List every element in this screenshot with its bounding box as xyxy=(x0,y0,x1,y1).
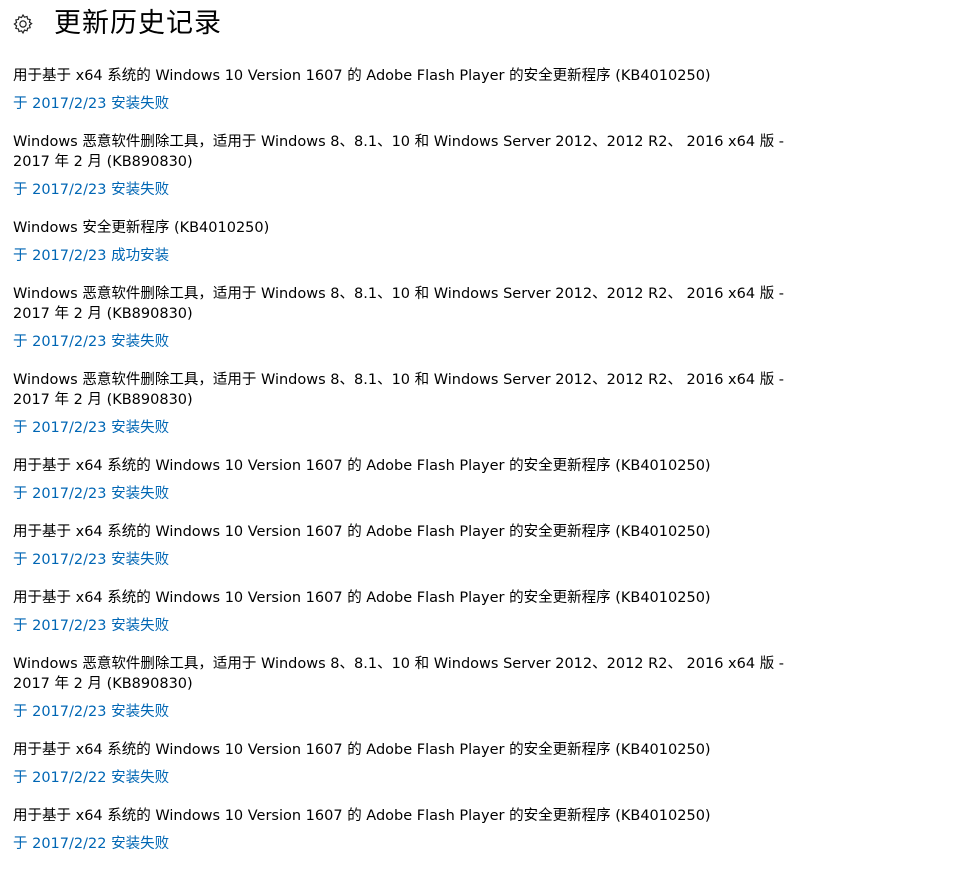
update-entry: Windows 安全更新程序 (KB4010250) 于 2017/2/23 成… xyxy=(13,218,813,266)
update-status-link[interactable]: 于 2017/2/22 安装失败 xyxy=(13,834,169,854)
update-status-link[interactable]: 于 2017/2/23 成功安装 xyxy=(13,246,169,266)
update-name: Windows 恶意软件删除工具，适用于 Windows 8、8.1、10 和 … xyxy=(13,372,785,408)
update-status-link[interactable]: 于 2017/2/23 安装失败 xyxy=(13,180,169,200)
update-entry: Windows 恶意软件删除工具，适用于 Windows 8、8.1、10 和 … xyxy=(13,654,813,722)
update-entry: 用于基于 x64 系统的 Windows 10 Version 1607 的 A… xyxy=(13,740,813,788)
update-name: Windows 恶意软件删除工具，适用于 Windows 8、8.1、10 和 … xyxy=(13,656,785,692)
update-entry: 用于基于 x64 系统的 Windows 10 Version 1607 的 A… xyxy=(13,522,813,570)
update-entry: Windows 恶意软件删除工具，适用于 Windows 8、8.1、10 和 … xyxy=(13,370,813,438)
update-entry: 用于基于 x64 系统的 Windows 10 Version 1607 的 A… xyxy=(13,806,813,854)
update-status-link[interactable]: 于 2017/2/23 安装失败 xyxy=(13,616,169,636)
update-status-link[interactable]: 于 2017/2/23 安装失败 xyxy=(13,418,169,438)
update-status-link[interactable]: 于 2017/2/23 安装失败 xyxy=(13,484,169,504)
update-entry: 用于基于 x64 系统的 Windows 10 Version 1607 的 A… xyxy=(13,456,813,504)
page-title: 更新历史记录 xyxy=(54,8,222,39)
update-name: 用于基于 x64 系统的 Windows 10 Version 1607 的 A… xyxy=(13,68,711,84)
update-entry: 用于基于 x64 系统的 Windows 10 Version 1607 的 A… xyxy=(13,66,813,114)
update-status-link[interactable]: 于 2017/2/23 安装失败 xyxy=(13,94,169,114)
update-name: 用于基于 x64 系统的 Windows 10 Version 1607 的 A… xyxy=(13,458,711,474)
update-status-link[interactable]: 于 2017/2/23 安装失败 xyxy=(13,702,169,722)
update-name: Windows 恶意软件删除工具，适用于 Windows 8、8.1、10 和 … xyxy=(13,134,785,170)
update-name: 用于基于 x64 系统的 Windows 10 Version 1607 的 A… xyxy=(13,590,711,606)
update-status-link[interactable]: 于 2017/2/22 安装失败 xyxy=(13,768,169,788)
gear-icon xyxy=(10,11,36,37)
update-name: 用于基于 x64 系统的 Windows 10 Version 1607 的 A… xyxy=(13,808,711,824)
update-status-link[interactable]: 于 2017/2/23 安装失败 xyxy=(13,332,169,352)
update-history-list: 用于基于 x64 系统的 Windows 10 Version 1607 的 A… xyxy=(13,66,813,872)
update-name: Windows 安全更新程序 (KB4010250) xyxy=(13,220,270,236)
update-name: Windows 恶意软件删除工具，适用于 Windows 8、8.1、10 和 … xyxy=(13,286,785,322)
update-entry: Windows 恶意软件删除工具，适用于 Windows 8、8.1、10 和 … xyxy=(13,284,813,352)
update-status-link[interactable]: 于 2017/2/23 安装失败 xyxy=(13,550,169,570)
page-header: 更新历史记录 xyxy=(10,4,222,44)
update-entry: 用于基于 x64 系统的 Windows 10 Version 1607 的 A… xyxy=(13,588,813,636)
update-entry: Windows 恶意软件删除工具，适用于 Windows 8、8.1、10 和 … xyxy=(13,132,813,200)
update-name: 用于基于 x64 系统的 Windows 10 Version 1607 的 A… xyxy=(13,524,711,540)
update-name: 用于基于 x64 系统的 Windows 10 Version 1607 的 A… xyxy=(13,742,711,758)
